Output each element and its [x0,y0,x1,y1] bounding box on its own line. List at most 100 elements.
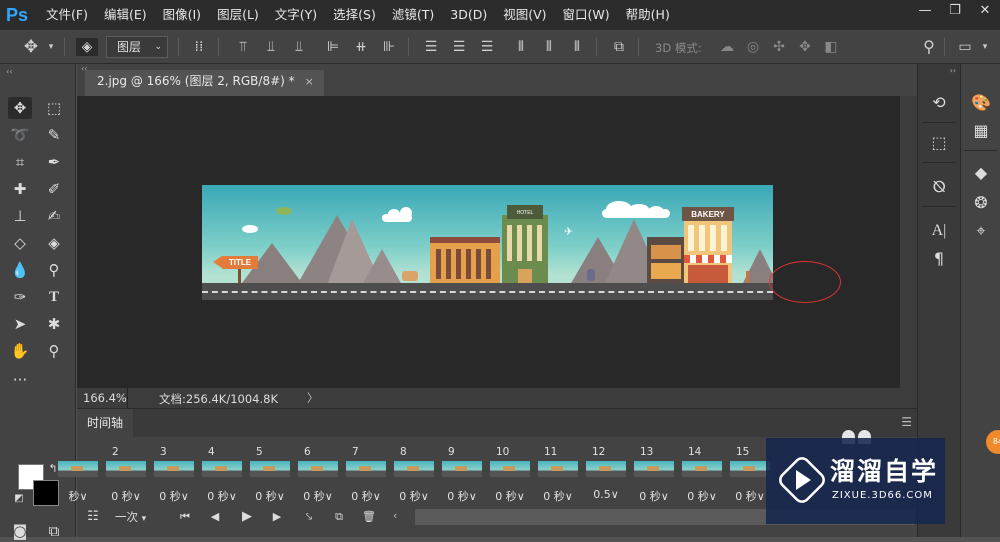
frame-delay[interactable]: 0 秒∨ [247,488,293,504]
eyedropper-tool-icon[interactable]: ✒ [42,151,66,173]
clone-stamp-tool-icon[interactable]: ⊥ [8,205,32,227]
animation-frame[interactable]: 11 0 秒∨ [535,443,581,507]
frame-delay[interactable]: 0 秒∨ [535,488,581,504]
animation-frame[interactable]: 9 0 秒∨ [439,443,485,507]
tool-preset-chevron-icon[interactable]: ▾ [42,38,60,56]
auto-select-dropdown[interactable]: 图层 ⌄ [106,36,168,58]
frame-delay[interactable]: 0.5∨ [583,488,629,501]
hand-tool-icon[interactable]: ✋ [8,340,32,362]
animation-frame[interactable]: 3 0 秒∨ [151,443,197,507]
zoom-level[interactable]: 166.4% [83,391,127,405]
frame-delay[interactable]: 0 秒∨ [631,488,677,504]
close-tab-icon[interactable]: × [305,75,314,88]
align-vcenter-icon[interactable]: ⫫ [262,38,280,56]
character-panel-icon[interactable]: A| [926,220,952,242]
type-tool-icon[interactable]: T [42,286,66,308]
distribute-left-icon[interactable]: ⦀ [512,38,530,56]
animation-frame[interactable]: 2 0 秒∨ [103,443,149,507]
screen-mode-icon[interactable]: ⧉ [42,520,66,542]
frame-delay[interactable]: 0 秒∨ [295,488,341,504]
crop-tool-icon[interactable]: ⌗ [8,151,32,173]
menu-layer[interactable]: 图层(L) [209,0,267,30]
animation-frame[interactable]: 秒∨ [55,443,101,507]
play-button[interactable]: ▶ [237,508,257,526]
menu-window[interactable]: 窗口(W) [555,0,618,30]
scroll-left-icon[interactable]: ‹ [393,509,397,522]
animation-frame[interactable]: 14 0 秒∨ [679,443,725,507]
glyphs-panel-icon[interactable]: ⦰ [926,176,952,198]
animation-frame[interactable]: 7 0 秒∨ [343,443,389,507]
animation-frame[interactable]: 10 0 秒∨ [487,443,533,507]
distribute-top-icon[interactable]: ☰ [422,38,440,56]
animation-frame[interactable]: 12 0.5∨ [583,443,629,507]
3d-camera-icon[interactable]: ◧ [822,38,840,56]
3d-drag-icon[interactable]: ✣ [770,38,788,56]
3d-rotate-icon[interactable]: ☁ [718,38,736,56]
align-bottom-icon[interactable]: ⫫ [290,38,308,56]
workspace-icon[interactable]: ▭ [956,38,974,56]
menu-3d[interactable]: 3D(D) [442,0,495,30]
paragraph-panel-icon[interactable]: ¶ [926,248,952,270]
distribute-vcenter-icon[interactable]: ☰ [450,38,468,56]
auto-align-layers-icon[interactable]: ⧉ [610,38,628,56]
menu-view[interactable]: 视图(V) [495,0,554,30]
auto-select-layers-icon[interactable]: ◈ [76,38,98,56]
animation-frame[interactable]: 4 0 秒∨ [199,443,245,507]
default-colors-icon[interactable]: ◩ [12,488,26,510]
collapse-dock-icon[interactable]: ›› [950,66,956,75]
dodge-tool-icon[interactable]: ⚲ [42,259,66,281]
frame-delay[interactable]: 0 秒∨ [151,488,197,504]
previous-frame-button[interactable]: ◀︎ [205,508,225,526]
first-frame-button[interactable]: ⏮ [175,508,195,526]
distribute-hcenter-icon[interactable]: ⦀ [540,38,558,56]
frame-delay[interactable]: 0 秒∨ [487,488,533,504]
panel-menu-icon[interactable]: ☰ [901,415,912,429]
loop-options-dropdown[interactable]: 一次 ▾ [115,508,169,526]
marquee-tool-icon[interactable]: ⬚ [42,97,66,119]
animation-frame[interactable]: 13 0 秒∨ [631,443,677,507]
animation-frame[interactable]: 8 0 秒∨ [391,443,437,507]
tween-icon[interactable]: ⤥ [299,508,319,526]
frame-delay[interactable]: 0 秒∨ [199,488,245,504]
document-tab[interactable]: 2.jpg @ 166% (图层 2, RGB/8#) * × [85,70,324,96]
vertical-scrollbar[interactable] [900,96,917,388]
align-right-icon[interactable]: ⊪ [380,38,398,56]
distribute-right-icon[interactable]: ⦀ [568,38,586,56]
restore-button[interactable]: ❐ [940,0,970,22]
document-image[interactable]: ✈ TITLE HOTEL BAKERY [202,185,773,300]
frame-delay[interactable]: 秒∨ [55,488,101,504]
menu-type[interactable]: 文字(Y) [267,0,325,30]
menu-help[interactable]: 帮助(H) [618,0,678,30]
3d-panel-icon[interactable]: ⬚ [926,132,952,154]
close-button[interactable]: ✕ [970,0,1000,22]
menu-select[interactable]: 选择(S) [325,0,384,30]
timeline-tab[interactable]: 时间轴 [77,409,134,437]
brush-tool-icon[interactable]: ✐ [42,178,66,200]
distribute-bottom-icon[interactable]: ☰ [478,38,496,56]
delete-frame-icon[interactable]: 🗑 [359,508,379,526]
more-tools-icon[interactable]: ··· [8,369,32,391]
channels-panel-icon[interactable]: ❂ [968,192,994,214]
quick-mask-icon[interactable]: ◙ [8,520,32,542]
history-brush-tool-icon[interactable]: ✍ [42,205,66,227]
history-panel-icon[interactable]: ⟲ [926,92,952,114]
pen-tool-icon[interactable]: ✑ [8,286,32,308]
paint-bucket-tool-icon[interactable]: ◈ [42,232,66,254]
color-panel-icon[interactable]: 🎨 [968,92,994,114]
paths-panel-icon[interactable]: ⌖ [968,220,994,242]
custom-shape-tool-icon[interactable]: ✱ [42,313,66,335]
move-tool-icon[interactable]: ✥ [22,38,40,56]
zoom-tool-icon[interactable]: ⚲ [42,340,66,362]
quick-select-tool-icon[interactable]: ✎ [42,124,66,146]
frame-delay[interactable]: 0 秒∨ [439,488,485,504]
transform-controls-icon[interactable]: ⁞⁞ [190,38,208,56]
animation-frame[interactable]: 5 0 秒∨ [247,443,293,507]
duplicate-frame-icon[interactable]: ⧉ [329,508,349,526]
status-menu-arrow[interactable]: 〉 [307,390,319,406]
lasso-tool-icon[interactable]: ➰ [8,124,32,146]
convert-timeline-icon[interactable]: ☷ [83,508,103,526]
menu-edit[interactable]: 编辑(E) [96,0,155,30]
menu-image[interactable]: 图像(I) [155,0,209,30]
healing-brush-tool-icon[interactable]: ✚ [8,178,32,200]
collapse-panel-icon[interactable]: ‹‹ [6,67,12,76]
